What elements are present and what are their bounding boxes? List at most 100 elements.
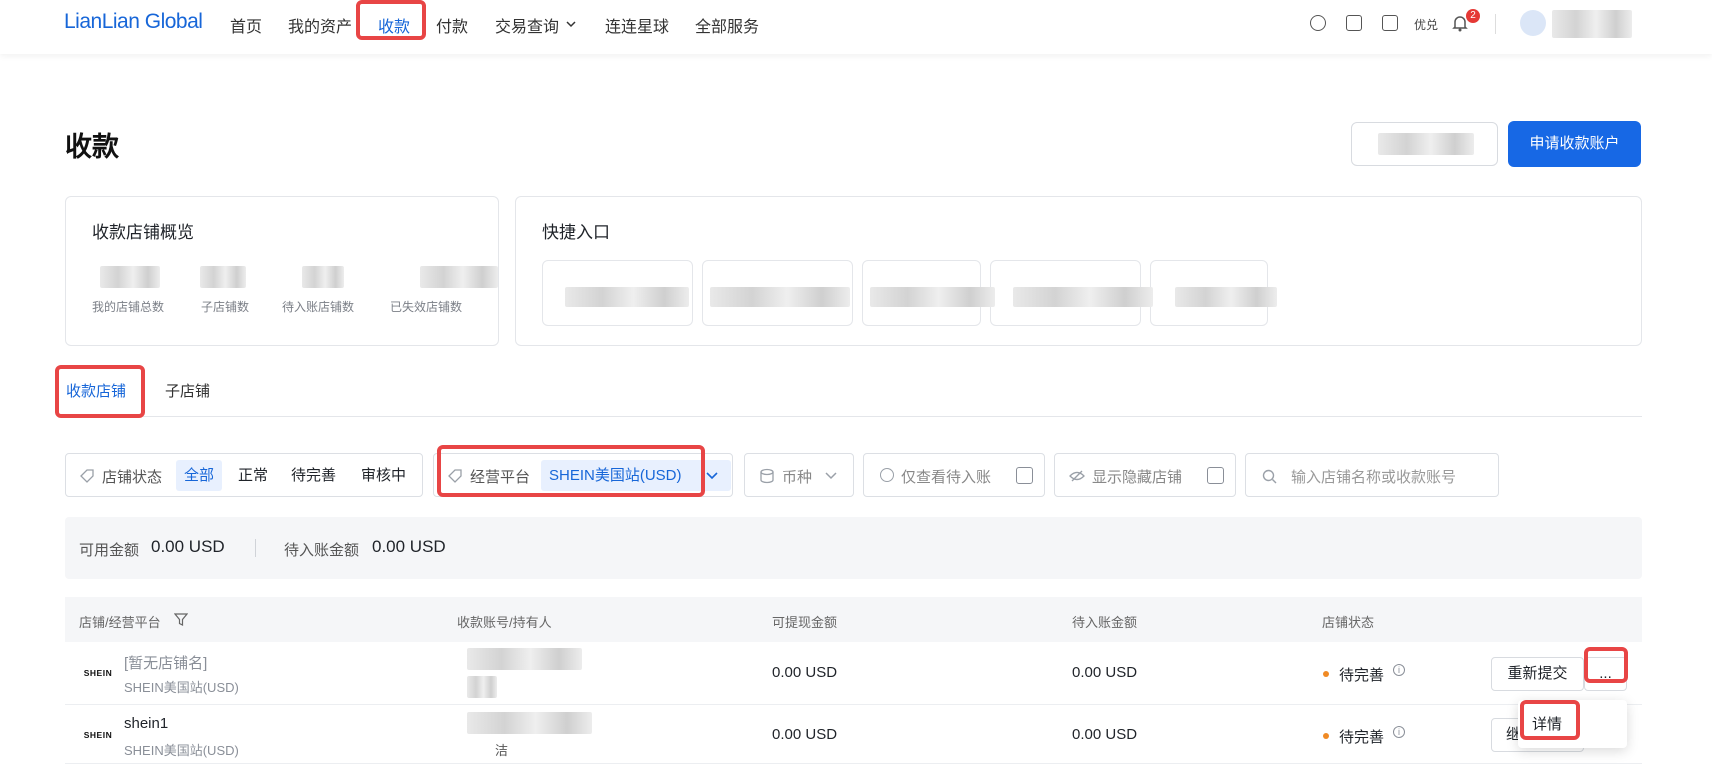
shop-status: 待完善 xyxy=(1339,667,1385,684)
overview-title: 收款店铺概览 xyxy=(92,223,194,242)
apply-account-button[interactable]: 申请收款账户 xyxy=(1508,121,1641,167)
col-withdrawable: 可提现金额 xyxy=(772,615,838,630)
show-hidden-checkbox[interactable] xyxy=(1207,467,1224,484)
nav-all-services[interactable]: 全部服务 xyxy=(695,13,759,37)
shop-name: [暂无店铺名] xyxy=(124,655,208,672)
withdrawable-amount: 0.00 USD xyxy=(772,726,838,743)
col-pending: 待入账金额 xyxy=(1072,615,1138,630)
status-normal[interactable]: 正常 xyxy=(230,460,276,491)
tabs-divider xyxy=(65,416,1642,417)
top-navbar: LianLian Global 首页 我的资产 收款 付款 交易查询 连连星球 … xyxy=(0,0,1712,54)
show-hidden-label: 显示隐藏店铺 xyxy=(1092,469,1183,486)
search-icon xyxy=(1262,469,1277,484)
clock-icon xyxy=(880,468,894,482)
status-dot xyxy=(1323,733,1329,739)
more-button[interactable]: ... xyxy=(1584,657,1627,691)
pending-amount: 0.00 USD xyxy=(1072,664,1138,681)
quick-entry-label-redacted xyxy=(565,287,689,307)
shop-platform: SHEIN美国站(USD) xyxy=(124,743,239,758)
tag-icon xyxy=(80,469,94,483)
tab-receive-shops[interactable]: 收款店铺 xyxy=(66,380,126,401)
calendar-icon[interactable] xyxy=(1346,15,1362,31)
pending-only-label: 仅查看待入账 xyxy=(901,469,992,486)
eye-off-icon xyxy=(1069,470,1085,482)
status-dot xyxy=(1323,671,1329,677)
avatar[interactable] xyxy=(1520,10,1546,36)
shop-status-label: 店铺状态 xyxy=(102,469,163,486)
filter-icon[interactable] xyxy=(174,613,188,626)
search-box[interactable]: 输入店铺名称或收款账号 xyxy=(1245,453,1499,497)
nav-divider xyxy=(1495,14,1496,34)
shop-status-filter: 店铺状态 全部 正常 待完善 审核中 xyxy=(65,453,423,497)
nav-home[interactable]: 首页 xyxy=(230,13,262,37)
quick-entry-title: 快捷入口 xyxy=(542,223,610,242)
shop-platform: SHEIN美国站(USD) xyxy=(124,680,239,695)
available-value: 0.00 USD xyxy=(151,537,225,556)
details-menu-item[interactable]: 详情 xyxy=(1532,713,1562,734)
stat-value-redacted xyxy=(420,266,498,288)
col-shop-status: 店铺状态 xyxy=(1322,615,1375,630)
stat-pending-shops: 待入账店铺数 xyxy=(282,300,355,314)
notification-badge: 2 xyxy=(1466,9,1480,23)
account-redacted xyxy=(467,712,592,734)
nav-receive[interactable]: 收款 xyxy=(378,13,410,37)
coins-icon xyxy=(760,468,774,484)
currency-filter[interactable]: 币种 xyxy=(744,453,854,497)
tab-sub-shops[interactable]: 子店铺 xyxy=(165,380,210,401)
gift-icon[interactable] xyxy=(1382,15,1398,31)
status-reviewing[interactable]: 审核中 xyxy=(353,460,414,491)
chevron-down-icon[interactable] xyxy=(705,470,719,482)
nav-transactions[interactable]: 交易查询 xyxy=(495,13,559,37)
stat-total-shops: 我的店铺总数 xyxy=(92,300,165,314)
quick-entry-label-redacted xyxy=(1175,287,1277,307)
resubmit-button[interactable]: 重新提交 xyxy=(1491,657,1584,691)
platform-label: 经营平台 xyxy=(470,469,531,486)
tag-icon xyxy=(448,469,462,483)
chevron-down-icon[interactable] xyxy=(565,18,577,30)
shein-logo: SHEIN xyxy=(81,656,115,690)
pending-label: 待入账金额 xyxy=(284,542,360,559)
pending-value: 0.00 USD xyxy=(372,537,446,556)
status-incomplete[interactable]: 待完善 xyxy=(283,460,344,491)
info-icon[interactable]: i xyxy=(1393,726,1405,738)
platform-filter[interactable]: 经营平台 SHEIN美国站(USD) xyxy=(433,453,733,497)
stat-value-redacted xyxy=(200,266,246,288)
stat-expired-shops: 已失效店铺数 xyxy=(390,300,463,314)
holder-name: 洁 xyxy=(495,743,509,758)
chevron-down-icon xyxy=(825,472,837,480)
pending-only-checkbox[interactable] xyxy=(1016,467,1033,484)
quick-entry-label-redacted xyxy=(1013,287,1153,307)
search-input[interactable]: 输入店铺名称或收款账号 xyxy=(1291,466,1456,487)
col-shop-platform: 店铺/经营平台 xyxy=(79,615,161,630)
quick-entry-label-redacted xyxy=(710,287,850,307)
table-row: SHEIN [暂无店铺名] SHEIN美国站(USD) 0.00 USD 0.0… xyxy=(65,642,1642,705)
currency-label: 币种 xyxy=(782,469,813,486)
redeem-link[interactable]: 优兑 xyxy=(1414,16,1438,33)
help-icon[interactable] xyxy=(1310,15,1326,31)
show-hidden-filter: 显示隐藏店铺 xyxy=(1054,453,1236,497)
stat-value-redacted xyxy=(302,266,344,288)
quick-entry-label-redacted xyxy=(870,287,995,307)
col-account-holder: 收款账号/持有人 xyxy=(457,615,552,630)
amount-summary: 可用金额 0.00 USD 待入账金额 0.00 USD xyxy=(65,517,1642,579)
status-all[interactable]: 全部 xyxy=(176,460,223,491)
secondary-button[interactable] xyxy=(1351,122,1498,166)
shop-status: 待完善 xyxy=(1339,729,1385,746)
nav-lianlian-planet[interactable]: 连连星球 xyxy=(605,13,669,37)
lianlian-logo[interactable]: LianLian Global xyxy=(64,10,203,34)
summary-divider xyxy=(255,539,256,557)
withdrawable-amount: 0.00 USD xyxy=(772,664,838,681)
table-header: 店铺/经营平台 收款账号/持有人 可提现金额 待入账金额 店铺状态 xyxy=(65,597,1642,642)
table-row: SHEIN shein1 SHEIN美国站(USD) 洁 0.00 USD 0.… xyxy=(65,706,1642,764)
platform-selected[interactable]: SHEIN美国站(USD) xyxy=(541,460,731,491)
nav-my-assets[interactable]: 我的资产 xyxy=(288,13,352,37)
shop-name: shein1 xyxy=(124,715,169,732)
stat-value-redacted xyxy=(100,266,160,288)
pending-only-filter: 仅查看待入账 xyxy=(863,453,1045,497)
shein-logo: SHEIN xyxy=(81,718,115,752)
holder-redacted xyxy=(467,676,497,698)
nav-pay[interactable]: 付款 xyxy=(436,13,468,37)
pending-amount: 0.00 USD xyxy=(1072,726,1138,743)
stat-sub-shops: 子店铺数 xyxy=(201,300,250,314)
info-icon[interactable]: i xyxy=(1393,664,1405,676)
